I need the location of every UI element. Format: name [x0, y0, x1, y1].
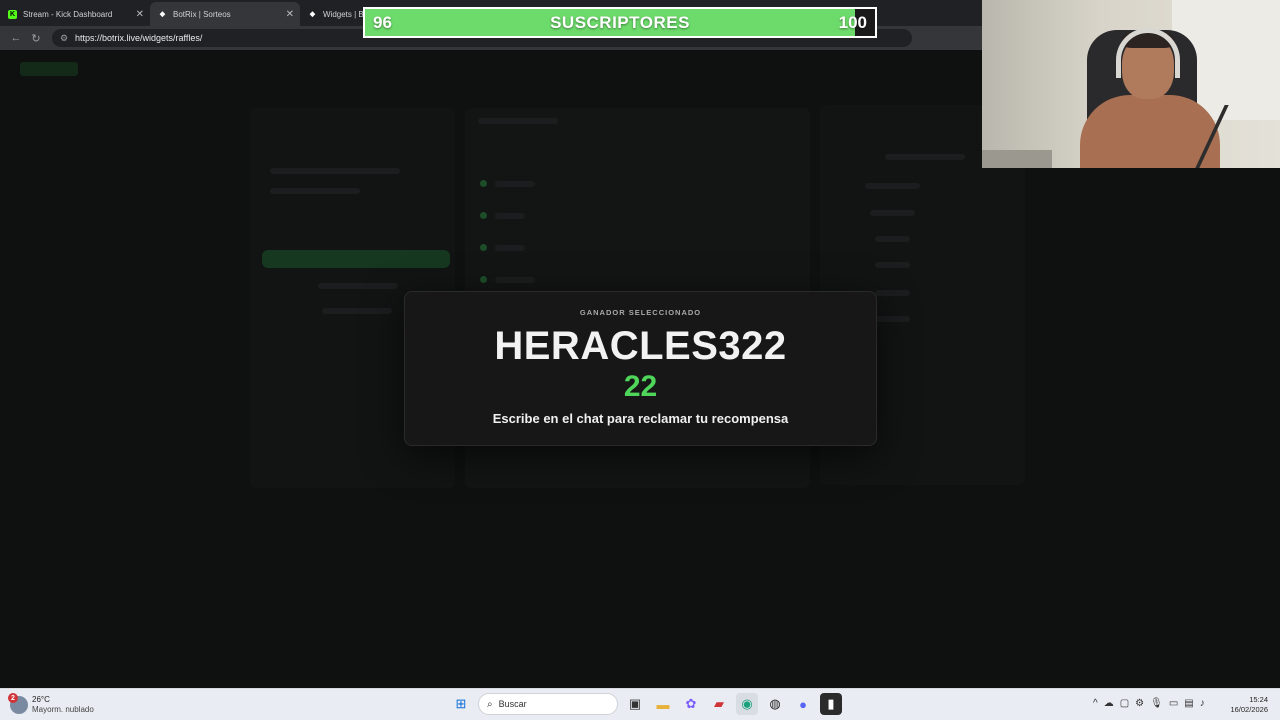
windows-start-icon[interactable]: ⊞: [450, 693, 472, 715]
placeholder-row: [875, 290, 910, 296]
placeholder-row: [318, 283, 398, 289]
reload-icon[interactable]: ↻: [26, 32, 46, 45]
taskbar: 2 26°C Mayorm. nublado ⊞ ⌕ Buscar ▣ ▬ ✿ …: [0, 688, 1280, 720]
placeholder-row: [495, 181, 535, 187]
placeholder-row: [865, 183, 920, 189]
app-tray-icon[interactable]: ▢: [1120, 698, 1129, 709]
goal-track: 96 SUSCRIPTORES 100: [365, 9, 875, 36]
taskbar-clock[interactable]: 15:24 16/02/2026: [1230, 695, 1268, 715]
botrix-logo: [20, 62, 78, 76]
subscriber-goal-bar: 96 SUSCRIPTORES 100: [363, 7, 877, 38]
clock-date: 16/02/2026: [1230, 705, 1268, 714]
tab-kick-dashboard[interactable]: K Stream - Kick Dashboard ✕: [0, 2, 150, 26]
placeholder-row: [495, 277, 535, 283]
placeholder-row: [495, 245, 525, 251]
search-icon: ⌕: [487, 698, 493, 710]
winner-modal: GANADOR SELECCIONADO HERACLES322 22 Escr…: [404, 291, 877, 446]
settings-tray-icon[interactable]: ⚙: [1135, 698, 1144, 709]
winner-kicker: GANADOR SELECCIONADO: [579, 308, 702, 317]
webcam-shelf: [982, 150, 1052, 168]
taskbar-apps: ⊞ ⌕ Buscar ▣ ▬ ✿ ▰ ◉ ◍ ● ▮: [450, 693, 842, 715]
tab-label: Stream - Kick Dashboard: [23, 9, 113, 19]
winner-message: Escribe en el chat para reclamar tu reco…: [492, 411, 789, 426]
goal-target: 100: [838, 12, 867, 32]
placeholder-row: [322, 308, 392, 314]
placeholder-row: [875, 316, 910, 322]
botrix-icon: ◆: [309, 11, 316, 18]
placeholder-row: [870, 210, 915, 216]
file-explorer-icon[interactable]: ▬: [652, 693, 674, 715]
microphone-icon[interactable]: 🎙: [1150, 698, 1163, 709]
edge-browser-icon[interactable]: ◉: [736, 693, 758, 715]
placeholder-row: [270, 168, 400, 174]
screen: K Stream - Kick Dashboard ✕ ◆ BotRix | S…: [0, 0, 1280, 720]
placeholder-row: [885, 154, 965, 160]
placeholder-row: [478, 118, 558, 124]
site-info-icon[interactable]: ⚙: [60, 33, 70, 44]
copilot-icon[interactable]: ✿: [680, 693, 702, 715]
placeholder-row: [270, 188, 360, 194]
notification-badge: 2: [8, 693, 18, 703]
winner-number: 22: [623, 370, 658, 403]
participant-dot: [480, 276, 487, 283]
cloud-sync-icon[interactable]: ☁: [1104, 698, 1114, 709]
placeholder-row: [495, 213, 525, 219]
close-icon[interactable]: ✕: [286, 9, 294, 20]
discord-icon[interactable]: ●: [792, 693, 814, 715]
webcam-feed: [982, 0, 1280, 168]
weather-condition: Mayorm. nublado: [32, 705, 94, 714]
kick-icon: K: [8, 9, 17, 19]
weather-widget[interactable]: 2 26°C Mayorm. nublado: [8, 693, 94, 715]
placeholder-row: [875, 236, 910, 242]
participant-dot: [480, 180, 487, 187]
tab-label: BotRix | Sorteos: [173, 9, 231, 19]
goal-title: SUSCRIPTORES: [550, 12, 690, 32]
tab-label: Widgets | Bl: [323, 9, 366, 19]
office-icon[interactable]: ▰: [708, 693, 730, 715]
chevron-up-icon[interactable]: ^: [1093, 698, 1098, 709]
taskbar-search[interactable]: ⌕ Buscar: [478, 693, 618, 715]
participant-dot: [480, 244, 487, 251]
botrix-icon: ◆: [159, 11, 166, 18]
close-icon[interactable]: ✕: [136, 9, 144, 20]
back-icon[interactable]: ←: [6, 32, 26, 44]
system-tray: ^ ☁ ▢ ⚙ 🎙 ▭ ▤ ♪: [1093, 698, 1205, 709]
network-icon[interactable]: ▤: [1184, 698, 1193, 709]
cloud-icon: 2: [8, 693, 28, 714]
placeholder-row: [875, 262, 910, 268]
obs-icon[interactable]: ▮: [820, 693, 842, 715]
task-view-icon[interactable]: ▣: [624, 693, 646, 715]
display-icon[interactable]: ▭: [1169, 698, 1178, 709]
search-placeholder: Buscar: [498, 699, 527, 709]
volume-icon[interactable]: ♪: [1200, 698, 1205, 709]
winner-name: HERACLES322: [494, 324, 787, 368]
url-text: https://botrix.live/widgets/raffles/: [75, 33, 203, 43]
tab-botrix-sorteos[interactable]: ◆ BotRix | Sorteos ✕: [150, 2, 300, 26]
participant-dot: [480, 212, 487, 219]
clock-time: 15:24: [1249, 695, 1268, 704]
chrome-icon[interactable]: ◍: [764, 693, 786, 715]
weather-temp: 26°C: [32, 695, 50, 704]
start-raffle-button: [262, 250, 450, 268]
